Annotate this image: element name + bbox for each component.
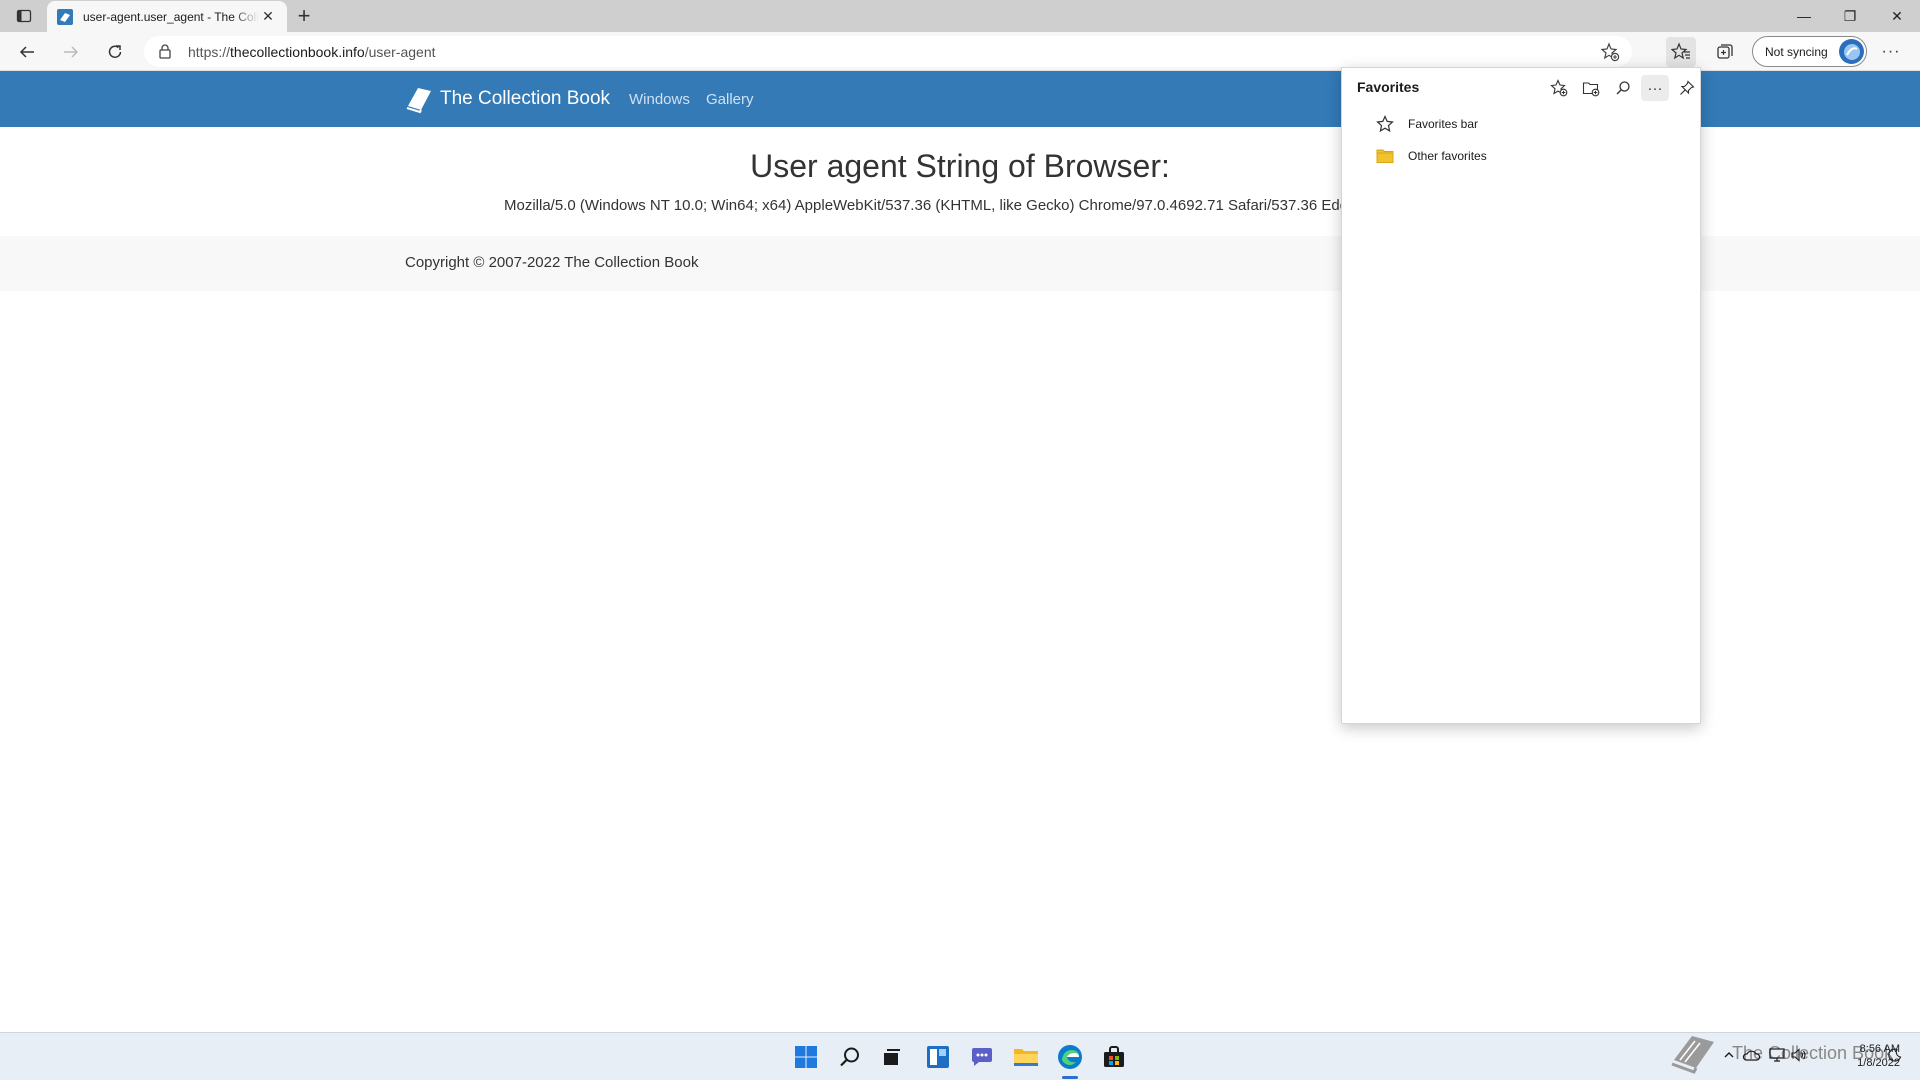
show-hidden-icons-button[interactable] — [1720, 1046, 1738, 1064]
site-favicon-icon — [57, 8, 73, 25]
star-add-icon — [1550, 79, 1568, 97]
address-bar[interactable]: https://thecollectionbook.info/user-agen… — [144, 36, 1632, 67]
back-arrow-icon — [19, 46, 34, 58]
add-page-to-favorites-button[interactable] — [1545, 75, 1573, 101]
collections-button[interactable] — [1710, 37, 1740, 67]
profile-avatar-icon — [1843, 43, 1860, 60]
store-button[interactable] — [1099, 1042, 1129, 1072]
forward-arrow-icon — [64, 46, 79, 58]
task-view-button[interactable] — [877, 1042, 907, 1072]
site-brand-name: The Collection Book — [440, 88, 611, 109]
favorites-bar-item[interactable]: Favorites bar — [1376, 111, 1676, 137]
folder-add-icon — [1582, 82, 1600, 97]
add-folder-button[interactable] — [1577, 75, 1605, 101]
star-icon — [1376, 115, 1394, 133]
url-path: /user-agent — [364, 43, 436, 60]
speaker-icon — [1791, 1048, 1806, 1062]
store-bag-icon — [1104, 1046, 1124, 1067]
nav-link-windows[interactable]: Windows — [629, 91, 690, 108]
taskbar — [0, 1032, 1920, 1080]
widgets-icon — [927, 1046, 949, 1068]
widgets-button[interactable] — [923, 1042, 953, 1072]
other-favorites-label: Other favorites — [1408, 149, 1487, 163]
back-button[interactable] — [12, 37, 42, 67]
windows-logo-icon — [795, 1046, 817, 1068]
minimize-button[interactable]: — — [1781, 0, 1827, 32]
collections-icon — [1717, 44, 1733, 59]
tab-actions-button[interactable] — [10, 6, 38, 26]
favorites-panel: Favorites ··· Favorites bar Other favori… — [1341, 67, 1701, 724]
edge-taskbar-button[interactable] — [1055, 1042, 1085, 1072]
favorites-panel-header: Favorites ··· — [1342, 68, 1700, 108]
copyright-text: Copyright © 2007-2022 The Collection Boo… — [405, 254, 699, 271]
url-host: thecollectionbook.info — [230, 43, 365, 60]
tab-strip: user-agent.user_agent - The Collection B… — [0, 0, 1920, 32]
search-icon — [1616, 81, 1630, 95]
watermark-book-icon — [1671, 1036, 1714, 1074]
edge-active-indicator — [1062, 1076, 1078, 1079]
browser-tab[interactable]: user-agent.user_agent - The Collection B… — [47, 1, 287, 32]
refresh-icon — [108, 45, 122, 58]
search-favorites-button[interactable] — [1609, 75, 1637, 101]
task-view-icon — [884, 1049, 900, 1065]
close-window-button[interactable]: ✕ — [1874, 0, 1920, 32]
notifications-button[interactable] — [1886, 1046, 1904, 1064]
new-tab-button[interactable]: + — [292, 3, 316, 28]
favorites-list-icon — [1671, 42, 1690, 60]
tab-title: user-agent.user_agent - The Collection B… — [83, 9, 259, 24]
nav-link-gallery[interactable]: Gallery — [706, 91, 754, 108]
network-monitor-icon — [1769, 1048, 1785, 1062]
focus-moon-icon — [1888, 1048, 1902, 1062]
refresh-button[interactable] — [100, 37, 130, 67]
file-explorer-button[interactable] — [1011, 1042, 1041, 1072]
onedrive-tray-button[interactable] — [1742, 1046, 1760, 1064]
taskbar-search-button[interactable] — [835, 1042, 865, 1072]
tab-close-button[interactable]: ✕ — [259, 8, 277, 26]
tab-actions-icon — [16, 9, 32, 23]
favorites-bar-label: Favorites bar — [1408, 117, 1479, 131]
folder-icon — [1014, 1049, 1038, 1066]
url-text: https://thecollectionbook.info/user-agen… — [188, 44, 436, 60]
favorites-more-options-button[interactable]: ··· — [1641, 75, 1669, 101]
url-prefix: https:// — [188, 43, 231, 60]
edge-browser-icon — [1058, 1045, 1082, 1069]
favorites-panel-title: Favorites — [1357, 79, 1420, 95]
browser-toolbar: https://thecollectionbook.info/user-agen… — [0, 32, 1920, 71]
cloud-icon — [1742, 1050, 1760, 1061]
restore-button[interactable]: ❐ — [1827, 0, 1873, 32]
forward-button[interactable] — [56, 37, 86, 67]
settings-more-button[interactable]: ··· — [1876, 37, 1906, 67]
chat-icon — [972, 1048, 992, 1066]
favorites-button[interactable] — [1666, 37, 1696, 67]
user-agent-string: Mozilla/5.0 (Windows NT 10.0; Win64; x64… — [504, 197, 1361, 214]
start-button[interactable] — [791, 1042, 821, 1072]
lock-icon — [159, 44, 171, 59]
other-favorites-item[interactable]: Other favorites — [1376, 143, 1676, 169]
sync-status-label: Not syncing — [1765, 44, 1828, 59]
pin-favorites-button[interactable] — [1673, 75, 1701, 101]
teams-chat-button[interactable] — [967, 1042, 997, 1072]
search-icon — [840, 1047, 859, 1067]
site-brand-link[interactable]: The Collection Book — [404, 84, 610, 114]
add-favorite-star-icon[interactable] — [1600, 42, 1620, 62]
book-logo-icon — [406, 88, 431, 114]
chevron-up-icon — [1724, 1052, 1734, 1058]
folder-icon — [1376, 149, 1394, 163]
network-tray-button[interactable] — [1768, 1046, 1786, 1064]
profile-sync-button[interactable]: Not syncing — [1752, 36, 1867, 67]
pin-icon — [1680, 80, 1695, 95]
profile-avatar — [1839, 39, 1864, 64]
volume-tray-button[interactable] — [1790, 1046, 1808, 1064]
